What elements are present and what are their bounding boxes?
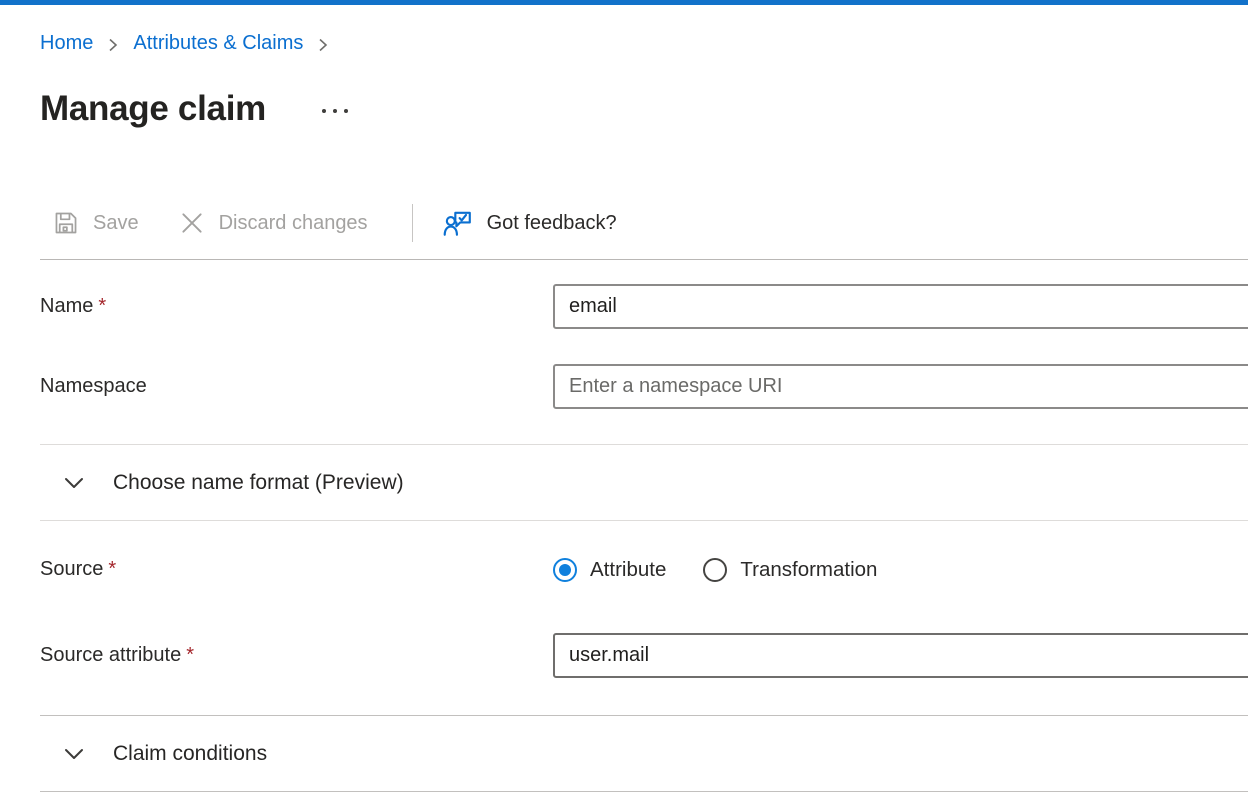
chevron-down-icon [62,742,86,766]
chevron-right-icon [106,38,120,52]
command-bar: Save Discard changes Got feedback? [40,200,1248,246]
source-attribute-field-row: Source attribute* [40,633,1248,678]
name-field-row: Name* [40,284,1248,329]
chevron-down-icon [62,471,86,495]
ellipsis-icon [322,109,326,113]
section-divider [40,520,1248,521]
feedback-person-icon [443,208,473,238]
name-input[interactable] [553,284,1248,329]
title-row: Manage claim [40,88,1248,130]
radio-selected-icon [553,558,577,582]
source-radio-group: Attribute Transformation [553,558,877,582]
manage-claim-blade: Home Attributes & Claims Manage claim Sa… [0,30,1248,792]
more-options-button[interactable] [316,103,354,119]
page-title: Manage claim [40,88,266,130]
required-marker: * [108,558,116,580]
toolbar-rule [40,259,1248,260]
source-attribute-radio[interactable]: Attribute [553,558,666,582]
chevron-right-icon [316,38,330,52]
ellipsis-icon [333,109,337,113]
got-feedback-label: Got feedback? [487,212,617,235]
breadcrumb-attributes-claims-link[interactable]: Attributes & Claims [133,30,303,57]
source-attribute-input[interactable] [553,633,1248,678]
got-feedback-button[interactable]: Got feedback? [443,208,617,238]
source-attribute-radio-label: Attribute [590,558,666,582]
breadcrumb-home-link[interactable]: Home [40,30,93,57]
claim-conditions-section-header[interactable]: Claim conditions [40,716,1248,791]
source-field-label: Source* [40,558,553,581]
close-icon [179,210,205,236]
source-field-row: Source* Attribute Transformation [40,547,1248,592]
save-button[interactable]: Save [40,210,139,236]
choose-name-format-section-label: Choose name format (Preview) [113,471,404,495]
source-transformation-radio[interactable]: Transformation [703,558,877,582]
breadcrumb: Home Attributes & Claims [40,30,1248,57]
name-field-label: Name* [40,295,553,318]
claim-conditions-section-label: Claim conditions [113,742,267,766]
required-marker: * [186,644,194,666]
source-attribute-field-label: Source attribute* [40,644,553,667]
required-marker: * [98,295,106,317]
section-divider [40,791,1248,792]
discard-changes-button[interactable]: Discard changes [179,210,368,236]
save-icon [53,210,79,236]
blade-top-accent-bar [0,0,1248,5]
namespace-field-label: Namespace [40,375,553,398]
choose-name-format-section-header[interactable]: Choose name format (Preview) [40,445,1248,520]
source-transformation-radio-label: Transformation [740,558,877,582]
namespace-input[interactable] [553,364,1248,409]
save-button-label: Save [93,212,139,235]
ellipsis-icon [344,109,348,113]
toolbar-divider [412,204,413,242]
namespace-field-row: Namespace [40,364,1248,409]
discard-changes-label: Discard changes [219,212,368,235]
radio-unselected-icon [703,558,727,582]
